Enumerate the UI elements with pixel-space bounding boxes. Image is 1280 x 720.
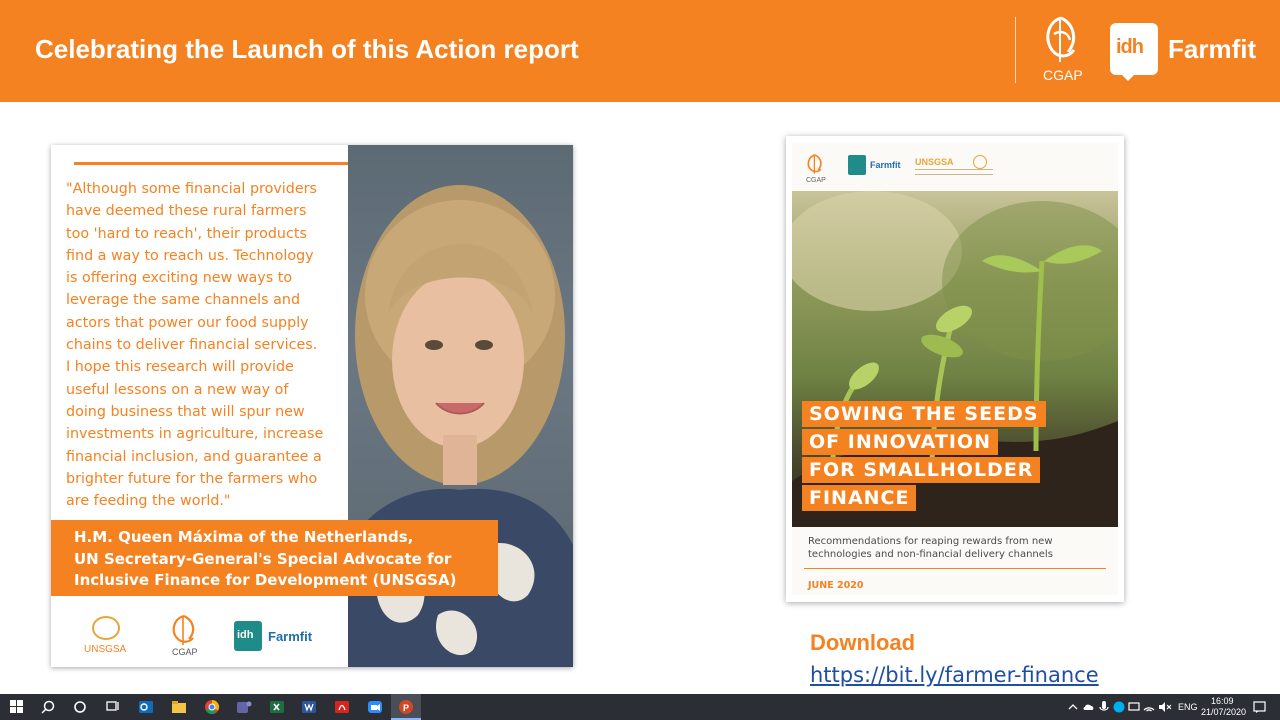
quote-line: investments in agriculture, increase: [66, 426, 324, 443]
quote-line: "Although some financial providers: [66, 181, 317, 197]
outlook-icon[interactable]: [137, 698, 155, 716]
quote-card: "Although some financial providers have …: [51, 145, 573, 667]
excel-icon[interactable]: [268, 698, 286, 716]
idh-logo-square: idh: [234, 621, 262, 651]
zoom-icon[interactable]: [366, 698, 384, 716]
svg-text:P: P: [403, 703, 409, 713]
cgap-logo-text: CGAP: [1043, 67, 1083, 83]
report-subtitle-line: technologies and non-financial delivery …: [808, 549, 1053, 560]
cgap-logo-small: CGAP: [167, 614, 201, 657]
un-globe-icon: [973, 155, 987, 169]
attribution-line: Inclusive Finance for Development (UNSGS…: [74, 571, 457, 589]
report-unsgsa-logo: UNSGSA: [915, 155, 993, 175]
header-bar: Celebrating the Launch of this Action re…: [0, 0, 1280, 102]
quote-line: chains to deliver financial services.: [66, 337, 318, 354]
cgap-logo-text: CGAP: [172, 647, 198, 657]
acrobat-icon[interactable]: [333, 698, 351, 716]
attribution-box: H.M. Queen Máxima of the Netherlands, UN…: [51, 520, 498, 596]
report-title-line: OF INNOVATION: [802, 429, 998, 455]
quote-line: are feeding the world.": [66, 493, 231, 510]
farmfit-logo-text: Farmfit: [1168, 34, 1257, 64]
chrome-icon[interactable]: [203, 698, 221, 716]
idh-logo-tail: [1120, 73, 1136, 81]
quote-line: have deemed these rural farmers: [66, 203, 307, 220]
cgap-emblem-icon: [807, 154, 822, 174]
cgap-emblem-icon: [1046, 16, 1076, 62]
file-explorer-icon[interactable]: [170, 698, 188, 716]
quote-line: is offering exciting new ways to: [66, 270, 293, 287]
report-cover[interactable]: CGAP Farmfit UNSGSA SOWING THE SEEDS OF …: [786, 136, 1124, 602]
word-icon[interactable]: [300, 698, 318, 716]
report-title-line: FOR SMALLHOLDER: [802, 457, 1041, 483]
quote-line: actors that power our food supply: [66, 314, 309, 331]
quote-text: "Although some financial providers have …: [66, 178, 341, 512]
attribution-line: H.M. Queen Máxima of the Netherlands,: [74, 528, 414, 546]
quote-line: find a way to reach us. Technology: [66, 247, 314, 264]
quote-line: brighter future for the farmers who: [66, 470, 318, 487]
report-title-line: FINANCE: [802, 485, 917, 511]
presentation-slide: Celebrating the Launch of this Action re…: [0, 0, 1280, 720]
cgap-emblem-icon: [172, 614, 195, 645]
idh-logo-square: [848, 155, 866, 175]
quote-line: financial inclusion, and guarantee a: [66, 448, 322, 465]
clock-time[interactable]: 16:09: [1211, 696, 1234, 706]
quote-line: leverage the same channels and: [66, 292, 301, 309]
cgap-logo: CGAP: [1036, 14, 1086, 86]
unsgsa-logo-text: UNSGSA: [84, 644, 127, 655]
cgap-logo-text: CGAP: [806, 177, 826, 184]
quote-line: useful lessons on a new way of: [66, 381, 289, 398]
farmfit-logo-text: Farmfit: [268, 629, 313, 644]
idh-logo-text: idh: [237, 629, 254, 641]
partner-logo-row: UNSGSA CGAP idh Farmfit: [51, 596, 348, 667]
notifications-icon[interactable]: [1250, 698, 1268, 716]
unsgsa-subtitle-rule: [915, 169, 993, 175]
report-subtitle-line: Recommendations for reaping rewards from…: [808, 536, 1053, 547]
clock-date[interactable]: 21/07/2020: [1201, 707, 1246, 717]
farmfit-logo-text: Farmfit: [870, 160, 901, 170]
report-cover-page: CGAP Farmfit UNSGSA SOWING THE SEEDS OF …: [792, 143, 1118, 595]
report-date-rule: [804, 568, 1106, 569]
powerpoint-icon[interactable]: P: [397, 698, 415, 716]
windows-start-icon[interactable]: [10, 700, 24, 714]
language-indicator[interactable]: ENG: [1178, 702, 1198, 712]
cortana-icon[interactable]: [71, 698, 89, 716]
download-link[interactable]: https://bit.ly/farmer-finance: [810, 663, 1099, 687]
volume-muted-icon[interactable]: [1156, 698, 1174, 716]
report-title-line: SOWING THE SEEDS: [802, 401, 1046, 427]
unsgsa-logo-text: UNSGSA: [915, 157, 954, 167]
attribution-line: UN Secretary-General's Special Advocate …: [74, 550, 452, 568]
report-subtitle: Recommendations for reaping rewards from…: [808, 535, 1053, 561]
un-globe-icon: [92, 616, 120, 640]
quote-line: too 'hard to reach', their products: [66, 225, 307, 242]
idh-logo: idh: [1110, 23, 1158, 75]
task-view-icon[interactable]: [104, 698, 122, 716]
search-icon[interactable]: [39, 698, 57, 716]
quote-line: I hope this research will provide: [66, 359, 294, 376]
download-label: Download: [810, 630, 916, 655]
slide-title: Celebrating the Launch of this Action re…: [35, 34, 579, 64]
report-date: JUNE 2020: [808, 580, 864, 591]
header-divider: [1015, 17, 1016, 83]
teams-icon[interactable]: [235, 698, 253, 716]
idh-logo-text: idh: [1116, 36, 1144, 58]
quote-line: doing business that will spur new: [66, 403, 305, 420]
report-cgap-logo: CGAP: [804, 153, 826, 184]
windows-taskbar: P ENG 16:09 21/07/2020: [0, 694, 1280, 720]
